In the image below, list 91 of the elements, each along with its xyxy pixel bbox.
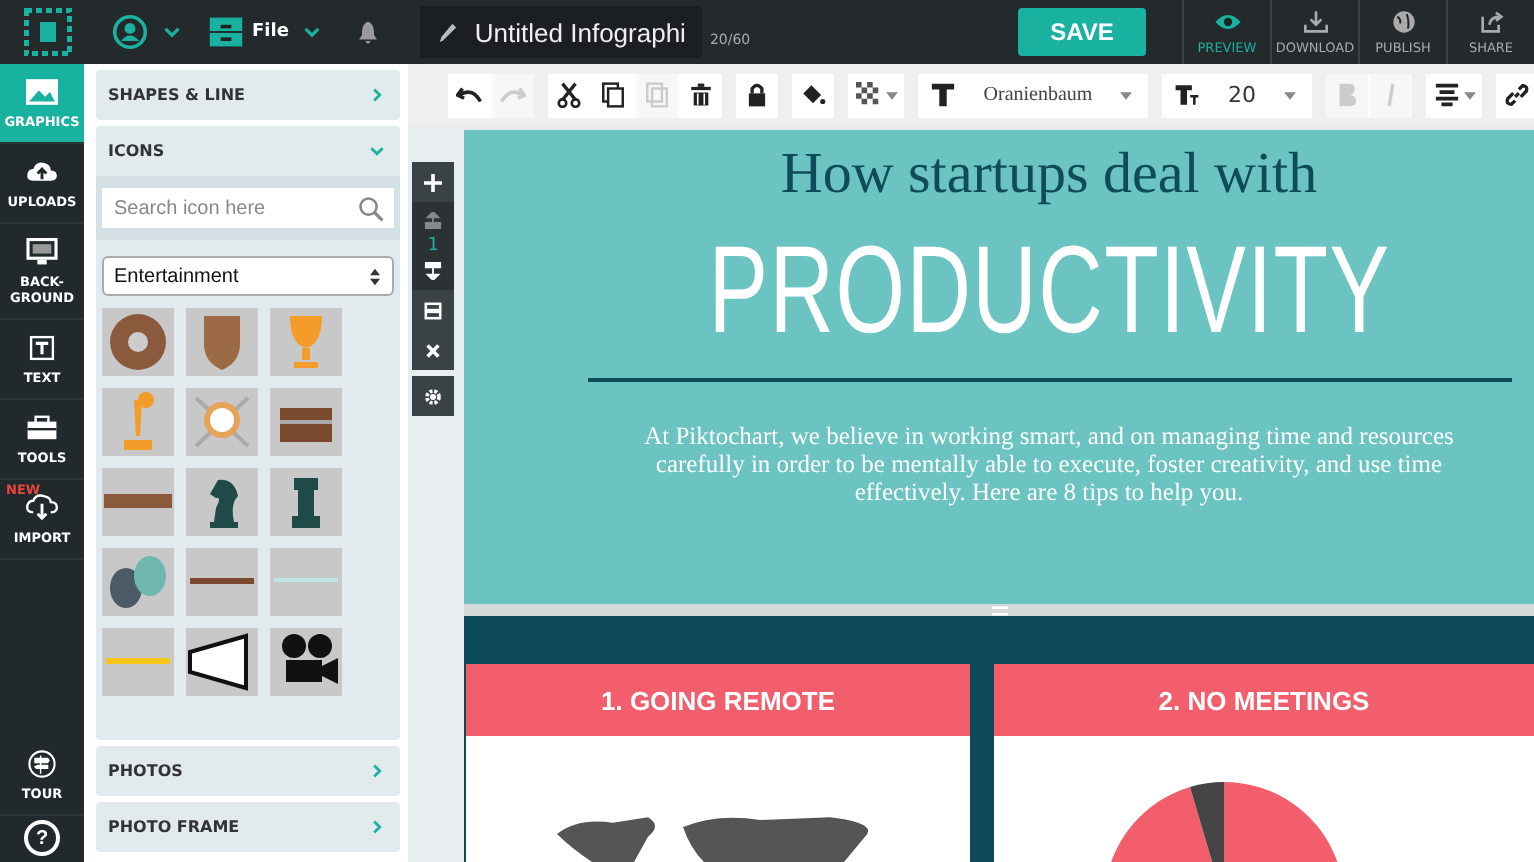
bold-icon xyxy=(1334,82,1360,108)
cloud-upload-icon xyxy=(26,158,58,186)
icon-tile[interactable] xyxy=(186,308,258,376)
icon-tile[interactable] xyxy=(270,388,342,456)
icon-tile[interactable] xyxy=(102,628,174,696)
text-size-icon xyxy=(1174,82,1200,108)
icon-tile[interactable] xyxy=(102,388,174,456)
category-dropdown[interactable]: Entertainment xyxy=(102,256,394,296)
rook-drawing xyxy=(292,478,320,528)
plus-icon xyxy=(424,173,442,191)
infographic-heading: How startups deal with xyxy=(780,142,1318,208)
move-up-icon[interactable] xyxy=(424,212,442,230)
document-title-field[interactable]: Untitled Infographi xyxy=(420,6,702,58)
updown-icon xyxy=(370,267,380,285)
award-drawing xyxy=(124,392,154,450)
icon-tile[interactable] xyxy=(102,548,174,616)
caret-icon xyxy=(1120,91,1132,99)
caret-icon[interactable] xyxy=(164,26,180,38)
text-box-icon xyxy=(26,334,58,362)
download-icon xyxy=(1301,9,1329,33)
shield-drawing xyxy=(204,316,240,370)
icon-tile[interactable] xyxy=(186,388,258,456)
icon-tile[interactable] xyxy=(270,308,342,376)
eye-icon xyxy=(1213,9,1241,33)
section-header[interactable]: PHOTO FRAME xyxy=(96,802,400,852)
megaphone-drawing xyxy=(188,633,248,691)
font-dropdown[interactable]: Oranienbaum xyxy=(918,73,1148,117)
shield-round-drawing xyxy=(110,314,166,370)
share-icon xyxy=(1477,9,1505,33)
icon-tile[interactable] xyxy=(186,548,258,616)
icon-tile[interactable] xyxy=(102,308,174,376)
undo-icon xyxy=(456,82,482,108)
paste-icon xyxy=(644,82,670,108)
logo-icon[interactable] xyxy=(24,8,72,56)
help-button[interactable]: ? xyxy=(24,820,60,856)
tip-title: 2. NO MEETINGS xyxy=(994,664,1534,736)
icon-tile[interactable] xyxy=(186,468,258,536)
move-down-icon[interactable] xyxy=(424,262,442,280)
align-center-icon xyxy=(1433,82,1459,108)
tip-title: 1. GOING REMOTE xyxy=(466,664,970,736)
camera-drawing xyxy=(282,634,338,684)
plank-drawing xyxy=(104,494,172,508)
scissors-icon xyxy=(556,82,582,108)
chevron-right-icon xyxy=(370,764,384,778)
page-number: 1 xyxy=(427,236,439,256)
cloud-download-icon xyxy=(26,494,58,522)
caret-icon xyxy=(1463,91,1475,99)
toolbox-icon xyxy=(26,414,58,442)
trash-icon xyxy=(688,82,714,108)
monitor-icon xyxy=(26,238,58,266)
icon-tile[interactable] xyxy=(270,548,342,616)
globe-icon xyxy=(1389,9,1417,33)
checkerboard-icon xyxy=(855,82,881,108)
file-menu[interactable]: File xyxy=(244,22,289,42)
intro-paragraph: At Piktochart, we believe in working smart, and on managing time and resources carefully in order to be mentally able to execute, foster creativity, and use time effectively. Here are 8 tips to help you. xyxy=(642,422,1456,506)
trophy-drawing xyxy=(290,316,322,368)
user-avatar-icon[interactable] xyxy=(112,14,148,50)
copy-icon xyxy=(600,82,626,108)
icon-tile[interactable] xyxy=(270,468,342,536)
lock-icon xyxy=(744,82,770,108)
image-icon xyxy=(26,78,58,106)
close-icon xyxy=(424,341,442,359)
redo-icon xyxy=(500,82,526,108)
settings-icon xyxy=(424,387,442,405)
caret-icon xyxy=(1284,91,1296,99)
caret-icon[interactable] xyxy=(304,26,321,38)
knight-drawing xyxy=(210,479,238,528)
chevron-right-icon xyxy=(370,820,384,834)
infographic-title: PRODUCTIVITY xyxy=(708,220,1390,362)
folder-icon[interactable] xyxy=(208,14,244,50)
pencil-icon xyxy=(436,21,459,43)
search-field[interactable]: Search icon here xyxy=(102,188,394,228)
section-header[interactable]: PHOTOS xyxy=(96,746,400,796)
section-header[interactable]: SHAPES & LINE xyxy=(96,70,400,120)
link-icon xyxy=(1504,82,1530,108)
font-size-dropdown[interactable]: 20 xyxy=(1162,73,1312,117)
search-icon xyxy=(358,195,384,221)
signpost-icon xyxy=(26,750,58,778)
chevron-down-icon xyxy=(370,144,384,158)
page-settings-button[interactable] xyxy=(412,376,454,416)
bell-icon[interactable] xyxy=(356,18,381,46)
paint-bucket-icon xyxy=(800,82,826,108)
icon-tile[interactable] xyxy=(102,468,174,536)
stack-icon xyxy=(424,301,442,319)
text-icon xyxy=(930,82,956,108)
icon-tile[interactable] xyxy=(270,628,342,696)
drag-handle-icon[interactable] xyxy=(991,605,1007,615)
caret-icon xyxy=(885,91,897,99)
icon-tile[interactable] xyxy=(186,628,258,696)
bar-drawing xyxy=(190,578,254,584)
chevron-right-icon xyxy=(370,88,384,102)
